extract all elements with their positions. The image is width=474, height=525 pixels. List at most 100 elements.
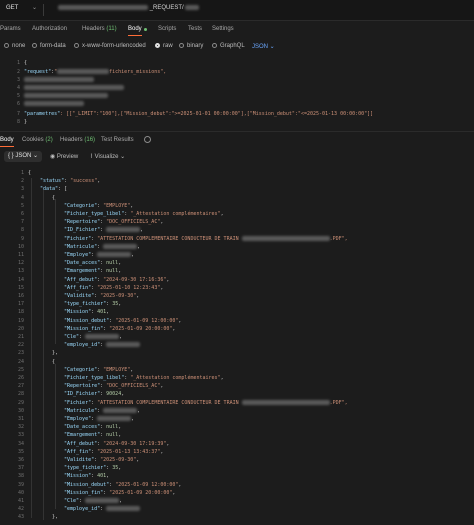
line-number: 22: [17, 342, 24, 349]
line-number: 38: [17, 473, 24, 480]
line-number: 31: [17, 416, 24, 422]
code-line: {: [52, 194, 56, 201]
redacted-text: [24, 101, 84, 106]
line-number: 4: [20, 194, 24, 201]
code-line: "Fichier_type_libel": "_Attestation comp…: [64, 211, 224, 217]
method-select[interactable]: GET: [6, 5, 18, 11]
code-line: [24, 93, 108, 99]
line-number: 32: [17, 424, 24, 431]
response-toolbar: { } JSON ⌄ ◉ Preview ⌇ Visualize ⌄: [0, 150, 474, 164]
code-line: "Date_acces": null,: [64, 424, 122, 431]
code-line: "employe_id":: [64, 342, 141, 348]
code-line: "employe_id":: [64, 506, 141, 512]
code-line: },: [52, 350, 59, 357]
code-line: "Fichier": "ATTESTATION COMPLEMENTAIRE C…: [64, 235, 348, 242]
indent-guide: [31, 178, 32, 518]
redacted-text: [57, 69, 110, 74]
redacted-text: [106, 506, 141, 512]
redacted-text: [241, 399, 330, 405]
request-tabs: Params Authorization Headers (11) Body S…: [0, 22, 474, 38]
line-number: 15: [17, 284, 24, 291]
line-number: 11: [17, 252, 24, 258]
tab-response-headers[interactable]: Headers (16): [60, 137, 95, 143]
tab-tests[interactable]: Tests: [188, 26, 202, 32]
line-number: 41: [17, 498, 24, 504]
history-clock-icon[interactable]: [144, 136, 151, 143]
tab-authorization[interactable]: Authorization: [32, 26, 67, 32]
divider: [43, 4, 44, 16]
response-tabs: Body Cookies (2) Headers (16) Test Resul…: [0, 134, 474, 148]
tab-scripts[interactable]: Scripts: [158, 26, 176, 32]
radio-binary[interactable]: binary: [179, 43, 203, 49]
code-line: "Repertoire": "DOC_OFFICIELS_AC",: [64, 383, 164, 390]
code-line: "Matricule": ,: [64, 407, 141, 414]
code-line: "Validite": "2025-09-30",: [64, 293, 140, 299]
line-number: 40: [17, 489, 24, 496]
code-line: "Mission_fin": "2025-01-09 20:00:00",: [64, 325, 176, 332]
code-line: [24, 85, 124, 91]
code-line: "Fichier_type_libel": "_Attestation comp…: [64, 375, 224, 381]
visualize-button[interactable]: ⌇ Visualize ⌄: [90, 153, 125, 160]
line-number: 16: [17, 293, 24, 299]
line-number: 12: [17, 260, 24, 267]
request-body-editor[interactable]: 1 { 2 "request":" fichiers_missions", 3 4…: [0, 58, 474, 128]
redacted-text: [24, 77, 94, 82]
tab-body[interactable]: Body: [128, 26, 142, 32]
line-number: 21: [17, 334, 24, 340]
chart-icon: ⌇: [90, 154, 93, 160]
redacted-text: [24, 93, 108, 98]
url-input[interactable]: _REQUEST/: [58, 5, 200, 11]
panel-divider: [0, 131, 474, 132]
radio-x-www-form-urlencoded[interactable]: x-www-form-urlencoded: [74, 43, 146, 49]
redacted-text: [241, 235, 330, 241]
line-number: 8: [16, 119, 20, 125]
code-line: "Aff_fin": "2025-01-13 13:43:37",: [64, 448, 164, 455]
preview-button[interactable]: ◉ Preview: [50, 153, 78, 160]
line-number: 17: [17, 301, 24, 308]
code-line: "data": [: [40, 186, 68, 193]
line-number: 25: [17, 366, 24, 373]
code-line: "Emargement": null,: [64, 268, 122, 275]
tab-params[interactable]: Params: [0, 26, 21, 32]
line-number: 3: [16, 77, 20, 83]
line-number: 4: [16, 85, 20, 91]
radio-graphql[interactable]: GraphQL: [212, 43, 245, 49]
radio-none[interactable]: none: [4, 43, 25, 49]
line-number: 5: [20, 202, 24, 209]
line-number: 42: [17, 506, 24, 513]
response-body-viewer[interactable]: 1 {2 "status": "success", 3 "data": [4 {5 "Cat…: [0, 168, 474, 525]
code-line: "Mission_fin": "2025-01-09 20:00:00",: [64, 489, 176, 496]
tab-response-body[interactable]: Body: [0, 137, 14, 143]
radio-raw[interactable]: raw: [155, 43, 173, 49]
line-number: 27: [17, 383, 24, 390]
response-format-select[interactable]: { } JSON ⌄: [4, 151, 43, 162]
code-line: "Aff_fin": "2025-01-10 12:23:43",: [64, 284, 164, 291]
tab-response-cookies[interactable]: Cookies (2): [22, 137, 53, 143]
redacted-text: [106, 227, 141, 233]
code-line: "Categorie": "EMPLOYE",: [64, 366, 134, 373]
line-number: 6: [16, 101, 20, 107]
code-line: "Aff_debut": "2024-09-30 17:16:36",: [64, 276, 170, 283]
redacted-text: [97, 252, 132, 257]
tab-test-results[interactable]: Test Results: [101, 137, 134, 143]
line-number: 8: [20, 227, 24, 234]
line-number: 5: [16, 93, 20, 99]
tab-settings[interactable]: Settings: [212, 26, 234, 32]
line-number: 3: [20, 186, 24, 193]
line-number: 34: [17, 440, 24, 447]
tab-headers[interactable]: Headers (11): [82, 26, 117, 32]
chevron-down-icon[interactable]: ⌄: [32, 4, 37, 11]
code-line: "Employe": ,: [64, 252, 135, 258]
code-line: "Mission": 401,: [64, 473, 110, 480]
url-bar: GET ⌄ _REQUEST/: [0, 0, 474, 21]
body-format-select[interactable]: JSON ⌄: [252, 43, 275, 50]
line-number: 6: [20, 211, 24, 217]
code-line: "Mission_debut": "2025-01-09 12:00:00",: [64, 317, 182, 324]
radio-form-data[interactable]: form-data: [32, 43, 66, 49]
code-line: "type_fichier": 35,: [64, 301, 122, 308]
indent-guide: [43, 190, 44, 520]
code-line: "Cle": ,: [64, 498, 123, 504]
radio-icon: [179, 43, 184, 48]
code-line: "Emargement": null,: [64, 432, 122, 439]
line-number: 9: [20, 235, 24, 242]
